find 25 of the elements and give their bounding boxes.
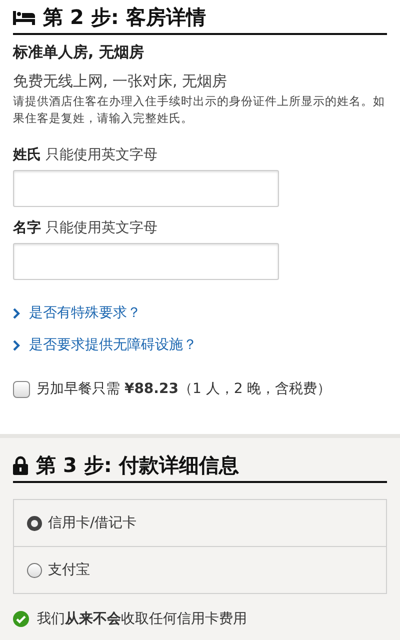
field-label: 姓氏 bbox=[13, 147, 41, 164]
checkbox[interactable] bbox=[13, 380, 30, 398]
expand-link[interactable]: 是否有特殊要求？ bbox=[13, 304, 141, 322]
chevron-icon bbox=[13, 308, 20, 319]
section-heading: 第 3 步: 付款详细信息 bbox=[36, 452, 239, 479]
field-label: 名字 bbox=[13, 220, 41, 236]
field-hint: 只能使用英文字母 bbox=[45, 147, 158, 164]
guarantee-text: 我们从来不会收取任何信用卡费用 bbox=[37, 610, 247, 628]
field-hint: 只能使用英文字母 bbox=[45, 220, 158, 236]
chevron-icon bbox=[13, 340, 20, 351]
bed-icon bbox=[13, 10, 35, 24]
guest-name-note: 请提供酒店住客在办理入住手续时出示的身份证件上所显示的姓名。如果住客是复姓，请输入完整姓氏。 bbox=[13, 93, 386, 126]
input-field[interactable] bbox=[13, 170, 279, 208]
input-field[interactable] bbox=[13, 243, 279, 280]
room-features: 免费无线上网, 一张对床, 无烟房 bbox=[13, 72, 228, 91]
section-heading: 第 2 步: 客房详情 bbox=[43, 4, 206, 31]
breakfast-offer: 另加早餐只需 ¥88.23（1 人，2 晚，含税费） bbox=[36, 380, 332, 398]
radio-button[interactable] bbox=[27, 562, 42, 578]
payment-option[interactable]: 信用卡/借记卡 bbox=[14, 500, 386, 546]
expand-link[interactable]: 是否要求提供无障碍设施？ bbox=[13, 336, 197, 354]
lock-icon bbox=[13, 456, 28, 475]
payment-option[interactable]: 支付宝 bbox=[14, 546, 386, 593]
room-name: 标准单人房, 无烟房 bbox=[13, 43, 145, 62]
radio-button[interactable] bbox=[27, 516, 42, 530]
check-icon bbox=[13, 611, 29, 627]
